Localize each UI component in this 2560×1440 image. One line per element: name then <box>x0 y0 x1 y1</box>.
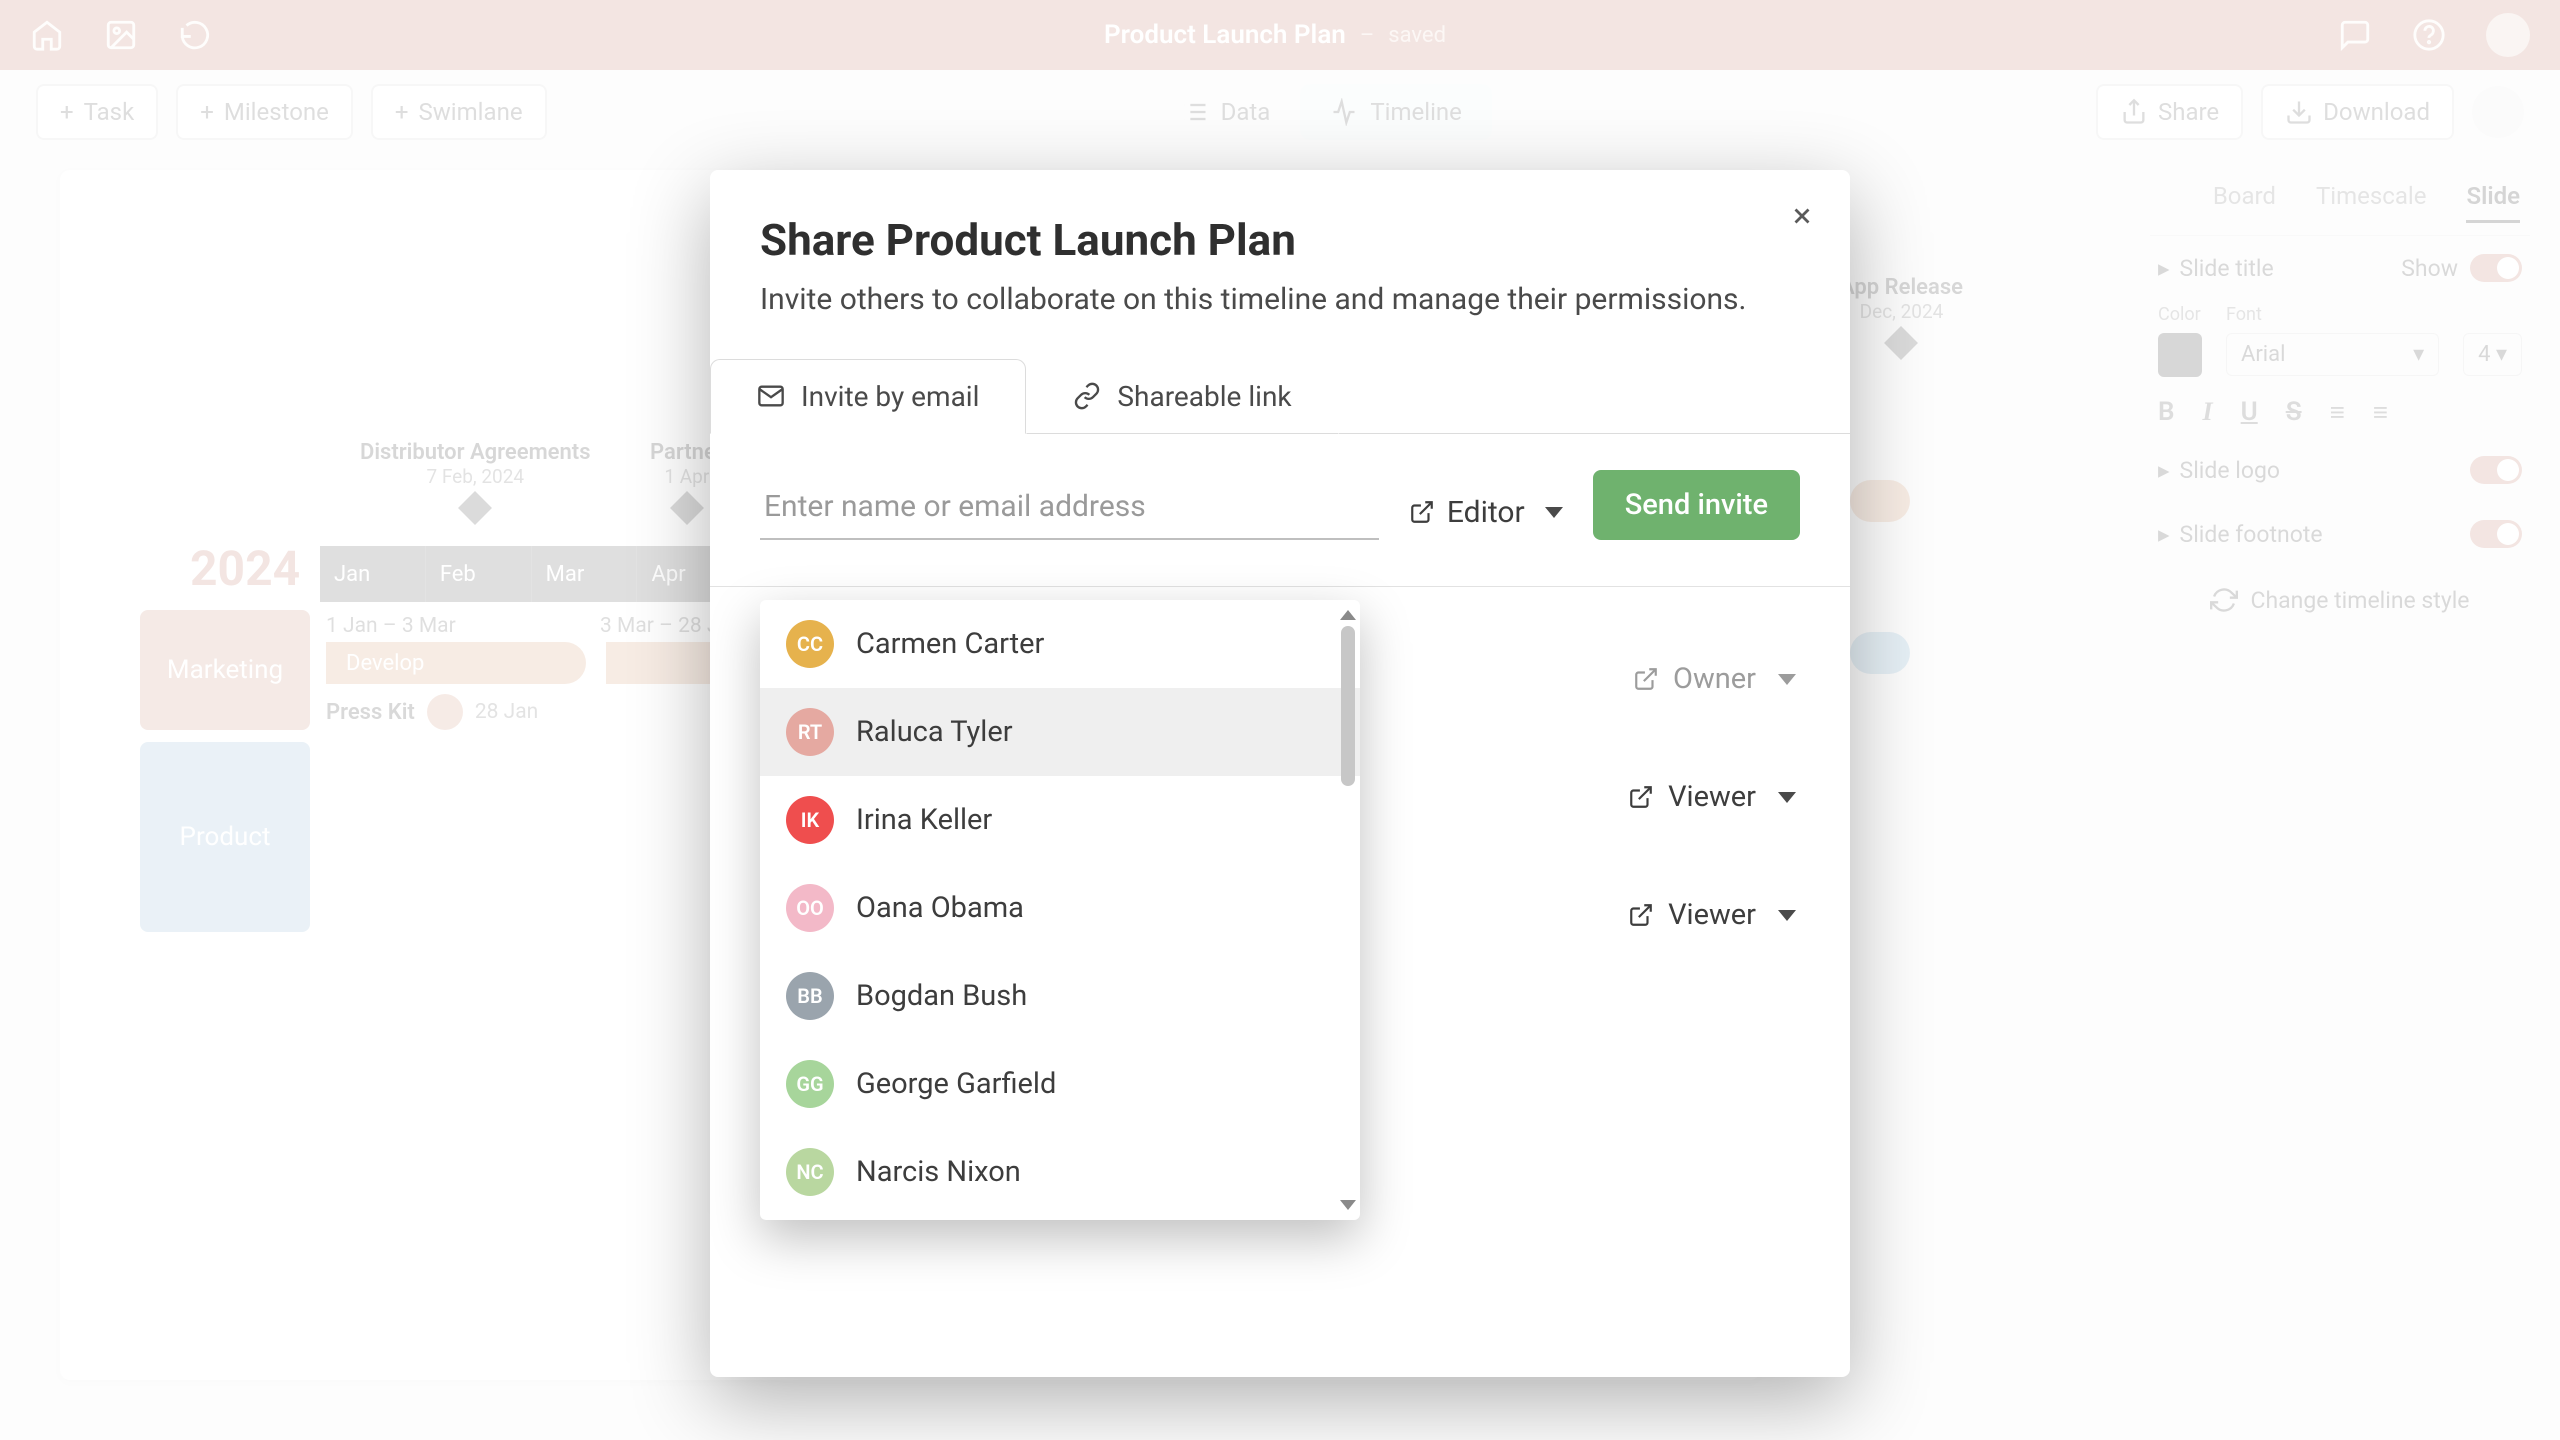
tab-shareable-link[interactable]: Shareable link <box>1026 359 1338 434</box>
tab-invite-email[interactable]: Invite by email <box>710 359 1026 434</box>
suggestion-name: Irina Keller <box>856 803 992 837</box>
avatar: OO <box>786 884 834 932</box>
modal-title: Share Product Launch Plan <box>760 214 1800 266</box>
role-label: Viewer <box>1668 898 1756 932</box>
suggestion-name: Oana Obama <box>856 891 1024 925</box>
modal-tabs: Invite by email Shareable link <box>710 359 1850 434</box>
scrollbar[interactable] <box>1338 610 1358 1210</box>
chevron-down-icon <box>1545 507 1563 518</box>
avatar: GG <box>786 1060 834 1108</box>
suggestion-item[interactable]: GG George Garfield <box>760 1040 1360 1128</box>
suggestion-item[interactable]: RT Raluca Tyler <box>760 688 1360 776</box>
avatar: BB <box>786 972 834 1020</box>
external-link-icon <box>1633 666 1659 692</box>
external-link-icon <box>1628 902 1654 928</box>
chevron-down-icon <box>1778 674 1796 685</box>
member-role-viewer[interactable]: Viewer <box>1628 780 1796 814</box>
suggestion-dropdown: CC Carmen Carter RT Raluca Tyler IK Irina Kel… <box>760 600 1360 1220</box>
avatar: NC <box>786 1148 834 1196</box>
suggestion-item[interactable]: CC Carmen Carter <box>760 600 1360 688</box>
suggestion-item[interactable]: IK Irina Keller <box>760 776 1360 864</box>
suggestion-name: Bogdan Bush <box>856 979 1027 1013</box>
invite-row: Editor Send invite <box>710 434 1850 540</box>
external-link-icon <box>1409 499 1435 525</box>
suggestion-name: George Garfield <box>856 1067 1056 1101</box>
chevron-down-icon <box>1778 910 1796 921</box>
member-role-owner[interactable]: Owner <box>1633 662 1796 696</box>
suggestion-item[interactable]: NC Narcis Nixon <box>760 1128 1360 1216</box>
tab-label: Invite by email <box>801 380 979 413</box>
email-input[interactable] <box>760 479 1379 540</box>
modal-subtitle: Invite others to collaborate on this tim… <box>760 280 1800 321</box>
role-label: Viewer <box>1668 780 1756 814</box>
close-button[interactable] <box>1782 196 1822 236</box>
suggestion-name: Carmen Carter <box>856 627 1044 661</box>
scroll-up-icon[interactable] <box>1340 610 1356 620</box>
avatar: RT <box>786 708 834 756</box>
close-icon <box>1789 203 1815 229</box>
scroll-down-icon[interactable] <box>1340 1200 1356 1210</box>
role-picker[interactable]: Editor <box>1409 495 1563 540</box>
suggestion-item[interactable]: BB Bogdan Bush <box>760 952 1360 1040</box>
role-selected: Editor <box>1447 495 1525 530</box>
member-role-viewer[interactable]: Viewer <box>1628 898 1796 932</box>
suggestion-item[interactable]: OO Oana Obama <box>760 864 1360 952</box>
external-link-icon <box>1628 784 1654 810</box>
send-invite-button[interactable]: Send invite <box>1593 470 1800 540</box>
suggestion-item[interactable]: BSBogdan Stone <box>760 1216 1360 1220</box>
suggestion-name: Raluca Tyler <box>856 715 1013 749</box>
scroll-thumb[interactable] <box>1341 626 1355 786</box>
mail-icon <box>757 382 785 410</box>
avatar: IK <box>786 796 834 844</box>
chevron-down-icon <box>1778 792 1796 803</box>
tab-label: Shareable link <box>1117 380 1291 413</box>
suggestion-name: Narcis Nixon <box>856 1155 1021 1189</box>
role-label: Owner <box>1673 662 1756 696</box>
link-icon <box>1073 382 1101 410</box>
share-modal: Share Product Launch Plan Invite others … <box>710 170 1850 1377</box>
avatar: CC <box>786 620 834 668</box>
